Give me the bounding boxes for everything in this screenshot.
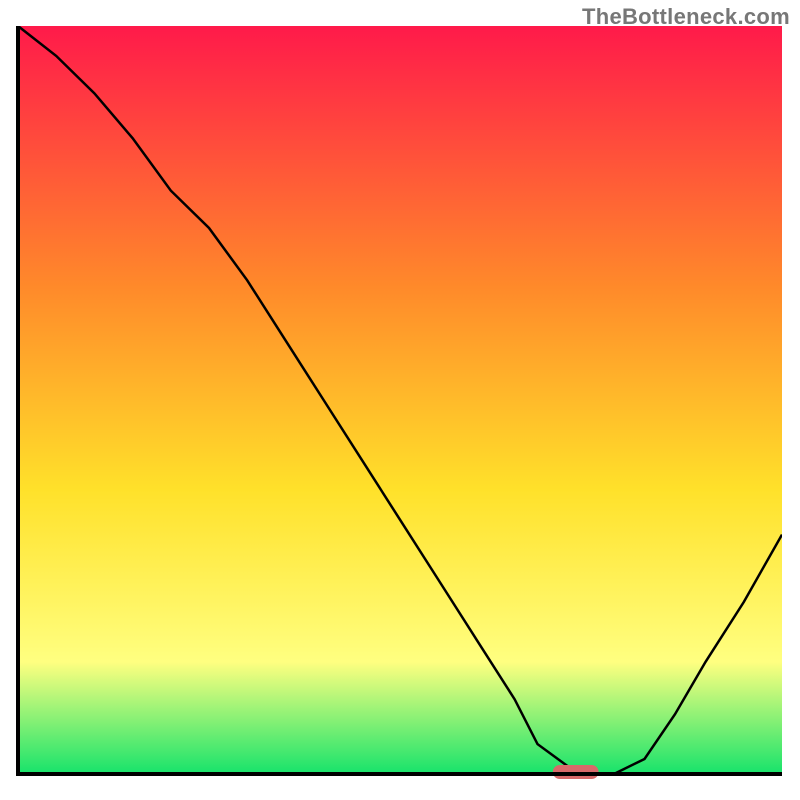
bottleneck-chart: TheBottleneck.com (0, 0, 800, 800)
chart-svg (0, 0, 800, 800)
watermark-label: TheBottleneck.com (582, 4, 790, 30)
